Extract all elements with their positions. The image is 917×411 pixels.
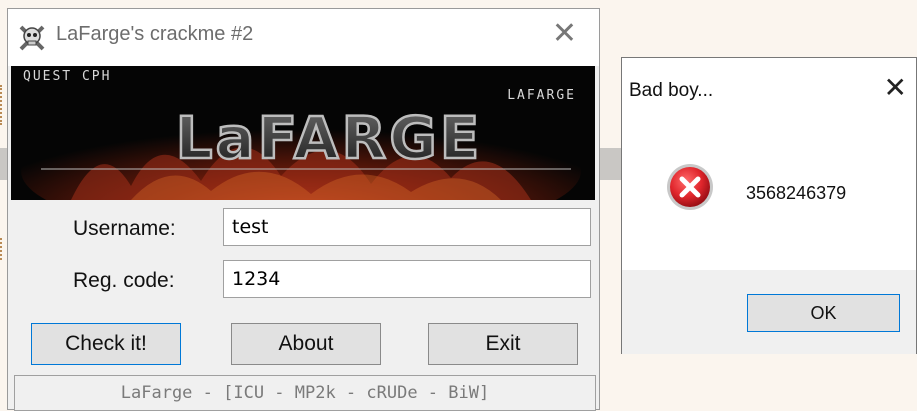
about-button[interactable]: About — [231, 323, 381, 365]
background-strip — [600, 148, 622, 180]
banner-top-left-text: QUEST CPH — [23, 69, 111, 84]
banner-top-right-text: LAFARGE — [507, 88, 576, 103]
title-bar[interactable]: LaFarge's crackme #2 ✕ — [8, 9, 599, 66]
message-box-title: Bad boy... — [629, 80, 714, 101]
exit-button[interactable]: Exit — [428, 323, 578, 365]
message-text: 3568246379 — [746, 183, 847, 203]
message-box: Bad boy... ✕ 3568246379 OK — [621, 57, 917, 354]
ok-button[interactable]: OK — [747, 294, 900, 332]
regcode-label: Reg. code: — [73, 269, 175, 292]
status-bar: LaFarge - [ICU - MP2k - cRUDe - BiW] — [14, 375, 596, 411]
regcode-input[interactable] — [223, 260, 591, 298]
username-input[interactable] — [223, 208, 591, 246]
banner-logo-text: LaFARGE — [176, 104, 483, 172]
banner-image: LaFARGE QUEST CPH LAFARGE — [11, 66, 595, 200]
error-icon — [667, 164, 713, 210]
window-title: LaFarge's crackme #2 — [56, 23, 254, 45]
skull-crossbones-icon — [19, 25, 45, 51]
banner-graphic: LaFARGE QUEST CPH LAFARGE — [11, 66, 595, 200]
check-it-button[interactable]: Check it! — [31, 323, 181, 365]
username-label: Username: — [73, 217, 176, 240]
close-icon[interactable]: ✕ — [884, 74, 907, 102]
close-icon[interactable]: ✕ — [552, 19, 577, 49]
crackme-window: LaFarge's crackme #2 ✕ LaFARGE QUEST CPH… — [7, 8, 600, 411]
